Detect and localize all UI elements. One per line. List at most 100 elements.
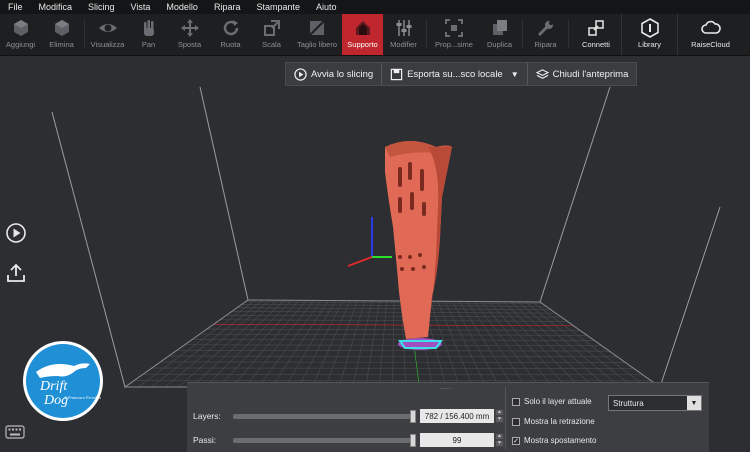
menu-modifica[interactable]: Modifica (31, 2, 81, 12)
menu-stampante[interactable]: Stampante (248, 2, 308, 12)
steps-spinner[interactable]: ▲ ▼ (495, 433, 504, 447)
layer-control-panel: .... Layers: 782 / 156.400 mm ▲ ▼ Passi: … (187, 382, 709, 452)
view-mode-select[interactable]: Struttura ▼ (608, 395, 702, 411)
logo-text-drift: Drift (39, 379, 68, 394)
pan-label: Pan (141, 40, 156, 49)
modifier-button[interactable]: Modifier (383, 14, 424, 55)
repair-button[interactable]: Ripara (525, 14, 566, 55)
cut-icon (309, 20, 325, 36)
cube-add-icon (13, 20, 28, 36)
play-circle-icon (294, 67, 307, 81)
start-slicing-label: Avvia lo slicing (311, 68, 374, 80)
rotate-button[interactable]: Ruota (210, 14, 251, 55)
show-retraction-checkbox[interactable]: Mostra la retrazione (512, 417, 595, 426)
repair-label: Ripara (534, 40, 557, 49)
delete-button[interactable]: Elimina (41, 14, 82, 55)
only-current-layer-box[interactable] (512, 397, 520, 406)
close-preview-label: Chiudi l'anteprima (552, 68, 629, 80)
menu-ripara[interactable]: Ripara (206, 2, 249, 12)
menu-aiuto[interactable]: Aiuto (308, 2, 345, 12)
duplicate-label: Duplica (486, 40, 512, 49)
chevron-down-icon[interactable]: ▼ (687, 396, 701, 410)
cube-delete-icon (54, 20, 69, 36)
steps-label: Passi: (193, 435, 217, 445)
panel-grip[interactable]: .... (440, 384, 452, 391)
show-travel-checkbox[interactable]: ✓ Mostra spostamento (512, 436, 596, 445)
layers-slider[interactable] (233, 409, 416, 423)
library-label: Library (638, 40, 661, 49)
steps-slider[interactable] (233, 433, 416, 447)
toolbar-divider (568, 20, 569, 49)
modifier-label: Modifier (390, 40, 417, 49)
view-label: Visualizza (90, 40, 125, 49)
layers-spinner[interactable]: ▲ ▼ (495, 409, 504, 423)
steps-slider-thumb[interactable] (410, 433, 416, 447)
steps-value-field[interactable]: 99 (420, 433, 494, 447)
axis-gizmo (347, 217, 392, 267)
scale-icon (263, 20, 280, 36)
menu-slicing[interactable]: Slicing (80, 2, 123, 12)
menu-modello[interactable]: Modello (158, 2, 206, 12)
show-retraction-box[interactable] (512, 417, 520, 426)
eye-icon (98, 24, 117, 32)
only-current-layer-label: Solo il layer attuale (524, 397, 592, 406)
fit-icon (445, 19, 463, 37)
support-icon (355, 21, 370, 35)
save-icon (390, 68, 403, 80)
library-button[interactable]: Library (621, 14, 677, 55)
move-icon (180, 19, 199, 37)
export-button[interactable]: Esporta su...sco locale ▼ (382, 63, 528, 85)
move-button[interactable]: Sposta (169, 14, 210, 55)
keyboard-icon[interactable] (5, 425, 25, 439)
raisecloud-button[interactable]: RaiseCloud (677, 14, 743, 55)
start-slicing-button[interactable]: Avvia lo slicing (286, 63, 383, 85)
steps-row: Passi: 99 ▲ ▼ (193, 433, 504, 447)
duplicate-button[interactable]: Duplica (479, 14, 520, 55)
hand-icon (143, 20, 154, 36)
delete-label: Elimina (49, 40, 74, 49)
connect-button[interactable]: Connetti (571, 14, 621, 55)
layers-value-field[interactable]: 782 / 156.400 mm (420, 409, 494, 423)
layers-label: Layers: (193, 411, 221, 421)
support-button[interactable]: Supporto (342, 14, 383, 55)
pan-button[interactable]: Pan (128, 14, 169, 55)
layers-icon (535, 68, 549, 79)
layers-slider-thumb[interactable] (410, 409, 416, 423)
menu-vista[interactable]: Vista (123, 2, 159, 12)
raisecloud-label: RaiseCloud (691, 40, 730, 49)
sliders-icon (396, 20, 411, 36)
support-label: Supporto (347, 40, 378, 49)
scale-button[interactable]: Scala (251, 14, 292, 55)
build-plate-grid (123, 299, 662, 388)
add-button[interactable]: Aggiungi (0, 14, 41, 55)
view-button[interactable]: Visualizza (87, 14, 128, 55)
logo-tagline: di Francesco Ferrabus (64, 395, 101, 400)
layers-row: Layers: 782 / 156.400 mm ▲ ▼ (193, 409, 504, 423)
menu-file[interactable]: File (0, 2, 31, 12)
connect-icon (588, 20, 604, 36)
show-travel-box[interactable]: ✓ (512, 436, 520, 445)
toolbar-divider (426, 20, 427, 49)
cloud-icon (700, 20, 721, 34)
only-current-layer-checkbox[interactable]: Solo il layer attuale (512, 397, 592, 406)
free-cut-button[interactable]: Taglio libero (292, 14, 342, 55)
move-label: Sposta (177, 40, 202, 49)
drift-dog-logo: Drift Dog di Francesco Ferrabus (23, 341, 103, 421)
connect-label: Connetti (582, 40, 610, 49)
rotate-icon (223, 20, 238, 36)
free-cut-label: Taglio libero (296, 40, 338, 49)
prosthesis-model (385, 141, 452, 339)
panel-divider (505, 387, 506, 449)
close-preview-button[interactable]: Chiudi l'anteprima (528, 63, 637, 85)
scale-label: Scala (262, 40, 281, 49)
export-label: Esporta su...sco locale (407, 68, 503, 80)
build-volume-frame (51, 86, 721, 388)
proportions-label: Prop...sime (435, 40, 473, 49)
menu-bar: File Modifica Slicing Vista Modello Ripa… (0, 0, 750, 14)
add-label: Aggiungi (5, 40, 36, 49)
proportions-button[interactable]: Prop...sime (429, 14, 479, 55)
play-preview-icon[interactable] (5, 222, 27, 244)
main-toolbar: Aggiungi Elimina Visualizza Pan Sposta R… (0, 14, 750, 56)
chevron-down-icon[interactable]: ▼ (511, 70, 519, 79)
upload-icon[interactable] (5, 262, 27, 284)
